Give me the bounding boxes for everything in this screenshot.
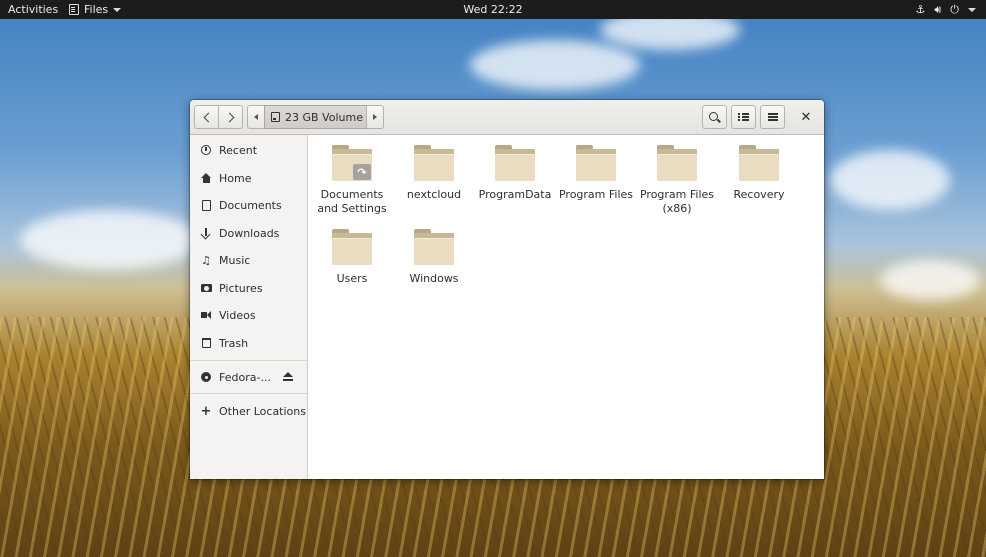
wallpaper-cloud bbox=[830, 150, 950, 210]
folder-item[interactable]: Windows bbox=[394, 229, 474, 286]
caret-down-icon bbox=[113, 7, 122, 12]
folder-item[interactable]: nextcloud bbox=[394, 145, 474, 202]
folder-label: Program Files (x86) bbox=[639, 188, 715, 215]
folder-icon bbox=[739, 145, 779, 181]
clock[interactable]: Wed 22:22 bbox=[463, 3, 522, 16]
music-icon: ♫ bbox=[201, 253, 211, 267]
triangle-left-icon bbox=[254, 114, 258, 120]
clock-container: Wed 22:22 bbox=[0, 0, 986, 19]
close-icon: ✕ bbox=[800, 109, 812, 125]
sidebar-separator bbox=[190, 393, 307, 394]
wallpaper-cloud bbox=[880, 260, 980, 300]
app-menu[interactable]: Files bbox=[69, 0, 122, 19]
sidebar-item-music[interactable]: ♫ Music bbox=[190, 248, 307, 272]
header-bar: 23 GB Volume ✕ bbox=[190, 100, 824, 135]
volume-icon: 🔊︎ bbox=[934, 3, 942, 16]
folder-label: ProgramData bbox=[478, 188, 552, 201]
folder-item[interactable]: Recovery bbox=[719, 145, 799, 202]
folder-item[interactable]: ProgramData bbox=[475, 145, 555, 202]
app-menu-label: Files bbox=[84, 3, 109, 16]
path-bar: 23 GB Volume bbox=[247, 105, 384, 129]
sidebar-item-documents[interactable]: Documents bbox=[190, 193, 307, 217]
sidebar-item-videos[interactable]: Videos bbox=[190, 303, 307, 327]
sidebar-item-trash[interactable]: Trash bbox=[190, 331, 307, 355]
list-view-icon bbox=[738, 113, 749, 121]
eject-icon[interactable] bbox=[283, 372, 293, 382]
back-button[interactable] bbox=[194, 105, 219, 129]
folder-icon: ↷ bbox=[332, 145, 372, 181]
sidebar-item-recent[interactable]: Recent bbox=[190, 138, 307, 162]
folder-label: Program Files bbox=[558, 188, 634, 201]
sidebar-separator bbox=[190, 360, 307, 361]
plus-icon: + bbox=[200, 403, 212, 419]
network-icon: ⚓︎ bbox=[915, 3, 926, 16]
menu-button[interactable] bbox=[760, 105, 785, 129]
forward-button[interactable] bbox=[218, 105, 243, 129]
wallpaper-cloud bbox=[470, 40, 640, 90]
system-status-menu[interactable]: ⚓︎ 🔊︎ ⏻ bbox=[915, 0, 976, 19]
folder-label: Windows bbox=[409, 272, 459, 285]
sidebar-item-other-locations[interactable]: + Other Locations bbox=[190, 399, 307, 423]
chevron-left-icon bbox=[203, 112, 213, 122]
files-app-icon bbox=[69, 4, 79, 15]
chevron-right-icon bbox=[224, 112, 234, 122]
sidebar-item-pictures[interactable]: Pictures bbox=[190, 276, 307, 300]
home-icon bbox=[200, 173, 212, 183]
folder-icon bbox=[495, 145, 535, 181]
sidebar-item-label: Pictures bbox=[219, 281, 263, 295]
activities-button[interactable]: Activities bbox=[8, 0, 58, 19]
folder-icon bbox=[576, 145, 616, 181]
search-button[interactable] bbox=[702, 105, 727, 129]
symlink-arrow-icon: ↷ bbox=[353, 164, 371, 180]
search-icon bbox=[709, 111, 718, 121]
disk-icon bbox=[201, 372, 211, 382]
folder-item[interactable]: Program Files bbox=[556, 145, 636, 202]
power-icon: ⏻ bbox=[950, 3, 959, 16]
folder-item[interactable]: ↷ Documents and Settings bbox=[312, 145, 392, 216]
triangle-right-icon bbox=[373, 114, 377, 120]
video-icon bbox=[201, 311, 211, 319]
path-crumb-label: 23 GB Volume bbox=[285, 110, 363, 124]
files-window: 23 GB Volume ✕ Recent Home Documents Dow… bbox=[190, 100, 824, 479]
hamburger-icon bbox=[767, 116, 778, 118]
folder-item[interactable]: Program Files (x86) bbox=[637, 145, 717, 216]
folder-label: Recovery bbox=[733, 188, 785, 201]
file-grid: ↷ Documents and Settings nextcloud Progra… bbox=[309, 135, 824, 479]
sidebar: Recent Home Documents Downloads ♫ Music P… bbox=[190, 135, 308, 479]
path-crumb-current[interactable]: 23 GB Volume bbox=[264, 105, 367, 129]
sidebar-item-label: Trash bbox=[219, 336, 249, 350]
folder-label: Users bbox=[336, 272, 368, 285]
sidebar-item-label: Fedora-... bbox=[219, 370, 271, 384]
folder-icon bbox=[332, 229, 372, 265]
wallpaper-cloud bbox=[20, 210, 200, 270]
folder-label: Documents and Settings bbox=[317, 188, 387, 215]
view-list-button[interactable] bbox=[731, 105, 756, 129]
download-icon bbox=[201, 227, 211, 239]
folder-item[interactable]: Users bbox=[312, 229, 392, 286]
document-icon bbox=[201, 199, 211, 211]
sidebar-item-device[interactable]: Fedora-... bbox=[190, 365, 307, 389]
folder-icon bbox=[414, 145, 454, 181]
sidebar-item-label: Documents bbox=[219, 198, 282, 212]
sidebar-item-label: Music bbox=[219, 253, 251, 267]
sidebar-item-label: Home bbox=[219, 171, 252, 185]
path-scroll-right-button[interactable] bbox=[366, 105, 384, 129]
sidebar-item-label: Recent bbox=[219, 143, 258, 157]
close-button[interactable]: ✕ bbox=[794, 105, 818, 129]
sidebar-item-label: Other Locations bbox=[219, 404, 306, 418]
camera-icon bbox=[200, 284, 212, 292]
caret-down-icon bbox=[968, 7, 976, 12]
top-bar: Activities Files Wed 22:22 ⚓︎ 🔊︎ ⏻ bbox=[0, 0, 986, 19]
path-scroll-left-button[interactable] bbox=[247, 105, 265, 129]
folder-label: nextcloud bbox=[406, 188, 462, 201]
sidebar-item-label: Videos bbox=[219, 308, 256, 322]
sidebar-item-label: Downloads bbox=[219, 226, 280, 240]
folder-icon bbox=[657, 145, 697, 181]
sidebar-item-home[interactable]: Home bbox=[190, 166, 307, 190]
trash-icon bbox=[201, 338, 211, 348]
folder-icon bbox=[414, 229, 454, 265]
drive-icon bbox=[271, 112, 280, 122]
clock-icon bbox=[201, 145, 211, 155]
sidebar-item-downloads[interactable]: Downloads bbox=[190, 221, 307, 245]
